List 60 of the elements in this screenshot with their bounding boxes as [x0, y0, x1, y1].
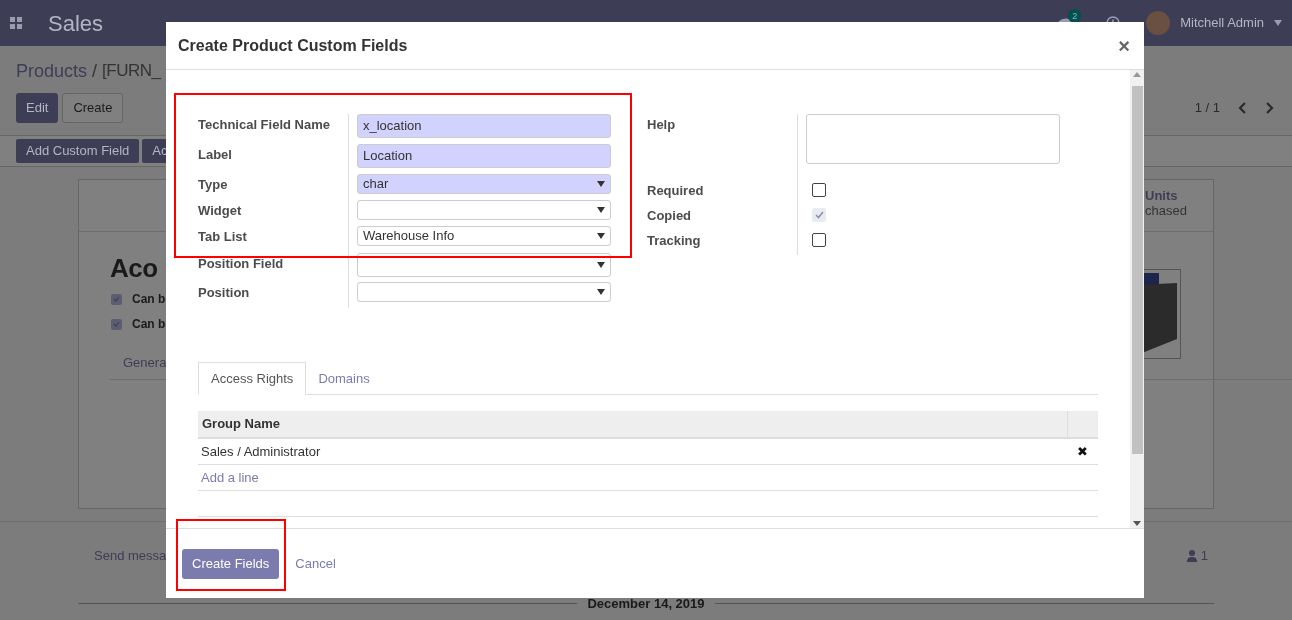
apps-grid-icon[interactable] [10, 17, 22, 29]
field-label: Required [647, 182, 705, 200]
action-button[interactable]: Add Custom Field [16, 139, 140, 163]
notebook-tab[interactable]: Domains [306, 362, 382, 395]
caret-icon [597, 233, 605, 239]
field-label: Help [647, 116, 677, 134]
edit-button[interactable]: Edit [16, 93, 59, 123]
create-fields-button[interactable]: Create Fields [182, 548, 280, 579]
select-field[interactable]: Warehouse Info [357, 226, 611, 246]
field-label: Label [198, 146, 233, 164]
date-separator: December 14, 2019 [587, 595, 705, 611]
scroll-up-icon[interactable] [1133, 72, 1141, 77]
notebook-tab[interactable]: Access Rights [198, 362, 307, 395]
chevron-right-icon[interactable] [1266, 102, 1274, 114]
delete-button[interactable]: ✖ [1067, 441, 1098, 462]
text-field[interactable]: Location [357, 144, 611, 168]
field-label: Widget [198, 202, 243, 220]
user-icon[interactable] [1186, 549, 1197, 562]
user-avatar[interactable] [1146, 11, 1171, 35]
caret-icon [597, 262, 605, 268]
option-label: Can b [132, 291, 166, 308]
create-button[interactable]: Create [62, 93, 124, 123]
chevron-left-icon[interactable] [1238, 102, 1246, 114]
caret-icon [1274, 20, 1282, 26]
caret-icon [597, 289, 605, 295]
option-label: Can b [132, 316, 166, 333]
table-cell-text: Sales / Administrator [200, 442, 322, 461]
field-label: Type [198, 176, 229, 194]
user-name[interactable]: Mitchell Admin [1180, 13, 1264, 33]
checkbox[interactable] [111, 318, 122, 330]
add-line-link[interactable]: Add a line [201, 467, 259, 488]
checkbox[interactable] [812, 183, 826, 197]
breadcrumb-separator: / [92, 60, 98, 83]
help-textarea[interactable] [806, 114, 1060, 164]
field-label: Position [198, 284, 251, 302]
select-field[interactable] [357, 200, 611, 220]
send-message-link[interactable]: Send messa [94, 546, 167, 566]
scrollbar[interactable] [1130, 70, 1144, 528]
checkbox[interactable] [812, 233, 826, 247]
select-field[interactable] [357, 282, 611, 302]
dialog-title: Create Product Custom Fields [178, 35, 408, 56]
field-label: Tab List [198, 228, 248, 246]
pager: 1 / 1 [1194, 99, 1220, 118]
field-label: Technical Field Name [198, 116, 331, 134]
app-title[interactable]: Sales [48, 6, 104, 40]
cancel-button[interactable]: Cancel [295, 553, 336, 574]
caret-icon [597, 207, 605, 213]
field-label: Tracking [647, 232, 702, 250]
field-label: Copied [647, 207, 693, 225]
breadcrumb-current: [FURN_ [102, 60, 161, 82]
text-field[interactable]: x_location [357, 114, 611, 138]
field-label: Position Field [198, 255, 285, 273]
record-title: Aco [110, 252, 158, 284]
caret-icon [597, 181, 605, 187]
checkbox[interactable] [111, 293, 122, 305]
scroll-down-icon[interactable] [1133, 521, 1141, 526]
notification-badge: 2 [1068, 9, 1082, 23]
close-button[interactable]: × [1118, 30, 1130, 61]
select-field[interactable]: char [357, 174, 611, 194]
notebook-tab[interactable]: Genera [123, 355, 167, 370]
